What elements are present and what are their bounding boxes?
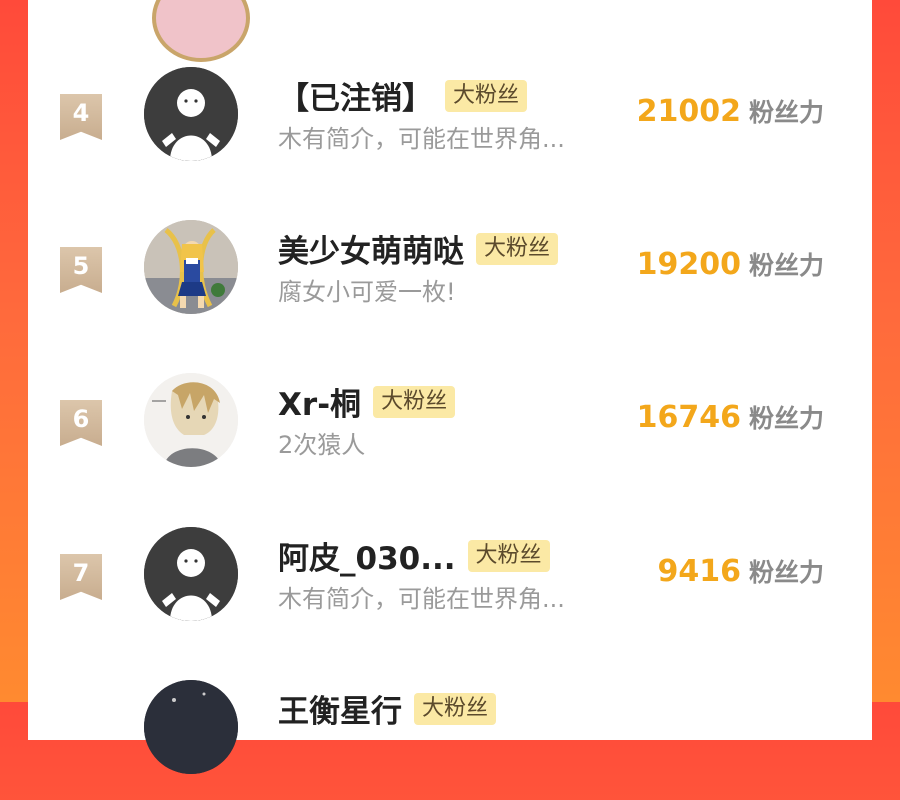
photo-avatar-icon (144, 220, 238, 314)
fan-power-value: 19200 (636, 247, 741, 282)
fan-power-unit: 粉丝力 (748, 98, 824, 127)
fan-level-badge: 大粉丝 (414, 692, 497, 725)
fan-power-unit: 粉丝力 (748, 404, 824, 433)
fan-power: 9416 粉丝力 (657, 553, 824, 589)
fan-power: 19200 粉丝力 (637, 246, 824, 282)
name-line: Xr-桐 大粉丝 (278, 379, 456, 423)
rank-ribbon: 7 (60, 554, 102, 600)
fan-power-unit: 粉丝力 (748, 251, 824, 280)
anime-character-icon (144, 373, 238, 467)
user-name[interactable]: 阿皮_030... (278, 533, 456, 578)
user-name[interactable]: Xr-桐 (278, 379, 361, 424)
ranking-card: 4 【已注销】 大粉丝 木有简介，可能在世界角... 21002 粉丝力 5 美… (28, 0, 872, 774)
avatar[interactable] (144, 220, 238, 314)
avatar[interactable] (144, 67, 238, 161)
photo-avatar-icon (144, 680, 238, 774)
avatar[interactable] (144, 373, 238, 467)
fan-level-badge: 大粉丝 (476, 232, 559, 265)
rank-row-5[interactable]: 5 美少女萌萌哒 大粉丝 腐女小可爱一枚! 19200 粉丝力 (28, 220, 872, 340)
rank-ribbon: 6 (60, 400, 102, 446)
rank-ribbon: 4 (60, 94, 102, 140)
rank-ribbon: 5 (60, 247, 102, 293)
fan-level-badge: 大粉丝 (445, 79, 528, 112)
name-line: 王衡星行 大粉丝 (278, 686, 497, 730)
fan-power-value: 9416 (657, 554, 741, 589)
previous-row-avatar[interactable] (152, 0, 250, 62)
rank-row-6[interactable]: 6 Xr-桐 大粉丝 2次猿人 16746 粉丝力 (28, 373, 872, 493)
name-line: 美少女萌萌哒 大粉丝 (278, 226, 559, 270)
avatar[interactable] (144, 680, 238, 774)
name-line: 【已注销】 大粉丝 (278, 73, 528, 117)
fan-power: 21002 粉丝力 (637, 93, 824, 129)
user-description: 腐女小可爱一枚! (278, 278, 456, 306)
user-name[interactable]: 王衡星行 (278, 686, 402, 731)
rank-row-7[interactable]: 7 阿皮_030... 大粉丝 木有简介，可能在世界角... 9416 粉丝力 (28, 527, 872, 647)
rank-row-4[interactable]: 4 【已注销】 大粉丝 木有简介，可能在世界角... 21002 粉丝力 (28, 67, 872, 187)
fan-level-badge: 大粉丝 (467, 539, 550, 572)
fan-level-badge: 大粉丝 (373, 385, 456, 418)
default-person-icon (144, 67, 238, 161)
fan-power-value: 16746 (636, 400, 741, 435)
default-person-icon (144, 527, 238, 621)
user-description: 木有简介，可能在世界角... (278, 125, 565, 153)
user-description: 木有简介，可能在世界角... (278, 585, 565, 613)
fan-power: 16746 粉丝力 (637, 399, 824, 435)
user-description: 2次猿人 (278, 431, 366, 459)
fan-power-unit: 粉丝力 (748, 558, 824, 587)
user-name[interactable]: 【已注销】 (278, 73, 433, 118)
name-line: 阿皮_030... 大粉丝 (278, 533, 550, 577)
rank-row-8[interactable]: 王衡星行 大粉丝 (28, 680, 872, 800)
fan-power-value: 21002 (636, 94, 741, 129)
user-name[interactable]: 美少女萌萌哒 (278, 226, 464, 271)
avatar[interactable] (144, 527, 238, 621)
